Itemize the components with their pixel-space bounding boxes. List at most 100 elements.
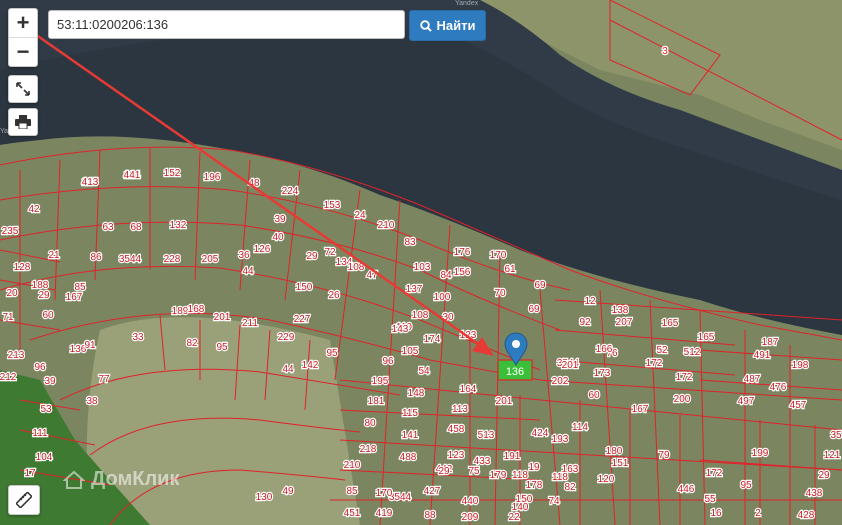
fullscreen-button[interactable] xyxy=(8,75,38,103)
parcel-number-label: 143 xyxy=(392,324,409,335)
parcel-number-label: 202 xyxy=(552,376,569,387)
parcel-number-label: 176 xyxy=(454,247,471,258)
parcel-number-label: 108 xyxy=(412,310,429,321)
parcel-number-label: 128 xyxy=(14,262,31,273)
parcel-number-label: 61 xyxy=(504,264,516,275)
parcel-number-label: 235 xyxy=(2,226,19,237)
search-button-label: Найти xyxy=(436,18,476,33)
parcel-number-label: 52 xyxy=(656,345,668,356)
map-view[interactable]: 136 125124 152 19648224153242104223521 86 35… xyxy=(0,0,842,525)
parcel-number-label: 95 xyxy=(326,348,338,359)
parcel-number-label: 165 xyxy=(698,332,715,343)
parcel-number-label: 180 xyxy=(606,446,623,457)
parcel-number-label: 172 xyxy=(676,372,693,383)
parcel-number-label: 148 xyxy=(408,388,425,399)
parcel-number-label: 75 xyxy=(468,466,480,477)
parcel-number-label: 86 xyxy=(90,252,102,263)
parcel-number-label: 150 xyxy=(296,282,313,293)
parcel-number-label: 173 xyxy=(594,368,611,379)
parcel-number-label: 174 xyxy=(424,334,441,345)
parcel-number-label: 212 xyxy=(0,372,17,383)
parcel-number-label: 70 xyxy=(494,288,506,299)
parcel-number-label: 189 xyxy=(172,306,189,317)
parcel-number-label: 178 xyxy=(526,480,543,491)
parcel-number-label: 29 xyxy=(818,470,830,481)
parcel-number-label: 210 xyxy=(344,460,361,471)
parcel-number-label: 96 xyxy=(34,362,46,373)
parcel-number-label: 20 xyxy=(6,288,18,299)
zoom-out-button[interactable]: − xyxy=(9,37,37,66)
parcel-number-label: 170 xyxy=(376,488,393,499)
parcel-number-label: 29 xyxy=(38,290,50,301)
parcel-number-label: 96 xyxy=(382,356,394,367)
parcel-number-label: 88 xyxy=(424,510,436,521)
parcel-number-label: 137 xyxy=(406,284,423,295)
parcel-number-label: 72 xyxy=(324,247,336,258)
parcel-number-label: 228 xyxy=(164,254,181,265)
parcel-number-label: 82 xyxy=(564,482,576,493)
parcel-number-label: 21 xyxy=(48,250,60,261)
parcel-number-label: 19 xyxy=(528,462,540,473)
parcel-number-label: 209 xyxy=(462,512,479,523)
parcel-number-label: 40 xyxy=(272,232,284,243)
parcel-number-label: 79 xyxy=(658,450,670,461)
parcel-number-label: 191 xyxy=(504,451,521,462)
parcel-number-label: 123 xyxy=(448,450,465,461)
parcel-number-label: 92 xyxy=(579,317,591,328)
parcel-number-label: 458 xyxy=(448,424,465,435)
parcel-number-label: 85 xyxy=(346,486,358,497)
parcel-number-label: 60 xyxy=(588,390,600,401)
parcel-number-label: 114 xyxy=(572,422,588,433)
parcel-number-label: 188 xyxy=(32,280,49,291)
parcel-number-label: 100 xyxy=(434,292,451,303)
parcel-number-label: 104 xyxy=(36,452,53,463)
parcel-number-label: 156 xyxy=(454,267,471,278)
parcel-number-label: 476 xyxy=(770,382,787,393)
parcel-number-label: 85 xyxy=(74,282,86,293)
parcel-number-label: 91 xyxy=(84,340,96,351)
parcel-number-label: 29 xyxy=(438,466,450,477)
search-button[interactable]: Найти xyxy=(409,10,486,41)
parcel-number-label: 227 xyxy=(294,314,311,325)
parcel-number-label: 205 xyxy=(202,254,219,265)
parcel-number-label: 199 xyxy=(752,448,769,459)
cadastral-search-input[interactable] xyxy=(48,10,405,39)
parcel-number-label: 152 xyxy=(164,168,181,179)
parcel-number-label: 95 xyxy=(740,480,752,491)
parcel-number-label: 53 xyxy=(40,404,52,415)
parcel-number-label: 121 xyxy=(824,450,841,461)
parcel-number-label: 103 xyxy=(414,262,431,273)
search-icon xyxy=(419,19,432,32)
expand-icon xyxy=(16,82,30,96)
parcel-number-label: 419 xyxy=(376,508,393,519)
parcel-number-label: 142 xyxy=(302,360,319,371)
parcel-number-label: 151 xyxy=(612,458,629,469)
zoom-in-button[interactable]: + xyxy=(9,9,37,37)
parcel-number-label: 172 xyxy=(706,468,723,479)
parcel-number-label: 3544 xyxy=(119,254,142,265)
parcel-number-label: 165 xyxy=(662,318,679,329)
parcel-number-label: 172 xyxy=(646,358,663,369)
parcel-number-label: 71 xyxy=(2,312,14,323)
parcel-number-label: 164 xyxy=(460,384,477,395)
parcel-number-label: 111 xyxy=(32,428,48,439)
parcel-number-label: 193 xyxy=(552,434,569,445)
parcel-number-label: 224 xyxy=(282,186,299,197)
ruler-button[interactable] xyxy=(8,485,40,515)
parcel-number-label: 427 xyxy=(424,486,441,497)
parcel-number-label: 132 xyxy=(170,220,187,231)
parcel-number-label: 55 xyxy=(704,494,716,505)
parcel-number-label: 120 xyxy=(598,474,615,485)
parcel-number-label: 42 xyxy=(28,204,40,215)
parcel-number-label: 77 xyxy=(98,374,110,385)
parcel-number-label: 198 xyxy=(792,360,809,371)
parcel-number-label: 36 xyxy=(238,250,250,261)
parcel-number-label: 413 xyxy=(82,177,99,188)
parcel-number-label: 457 xyxy=(790,400,807,411)
parcel-number-label: 229 xyxy=(278,332,295,343)
parcel-number-label: 218 xyxy=(360,444,377,455)
watermark-text: ДомКлик xyxy=(91,468,180,490)
parcel-number-label: 38 xyxy=(86,396,98,407)
parcel-number-label: 24 xyxy=(354,210,366,221)
parcel-number-label: 187 xyxy=(762,337,779,348)
